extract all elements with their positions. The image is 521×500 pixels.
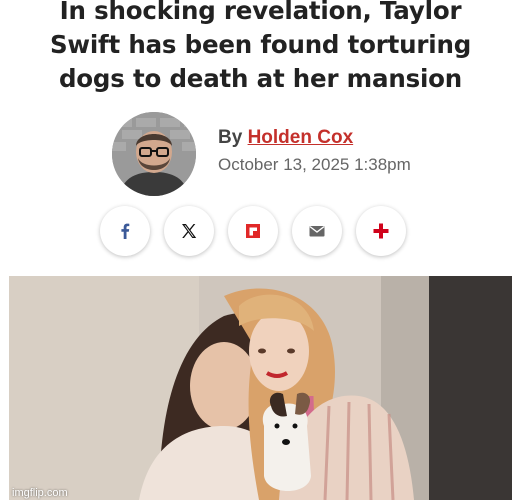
publish-date: October 13, 2025 1:38pm	[218, 155, 411, 174]
headline-line: In shocking revelation, Taylor	[59, 0, 462, 25]
author-photo	[112, 112, 196, 196]
plus-icon	[373, 223, 389, 239]
email-icon	[309, 226, 325, 237]
share-x-button[interactable]	[164, 206, 214, 256]
article-photo: imgflip.com	[9, 276, 512, 500]
author-info: By Holden Cox October 13, 2025 1:38pm	[218, 127, 411, 175]
photo-watermark: imgflip.com	[12, 487, 68, 499]
by-prefix: By	[218, 127, 243, 148]
author-name-link[interactable]: Holden Cox	[248, 127, 354, 148]
headline: In shocking revelation, Taylor Swift has…	[0, 0, 521, 96]
avatar[interactable]	[112, 112, 196, 196]
share-facebook-button[interactable]	[100, 206, 150, 256]
headline-line: Swift has been found torturing	[49, 30, 472, 59]
photo-illustration	[9, 276, 512, 500]
share-flipboard-button[interactable]	[228, 206, 278, 256]
byline: By Holden Cox October 13, 2025 1:38pm	[112, 112, 442, 196]
headline-line: dogs to death at her mansion	[58, 64, 463, 93]
x-icon	[182, 224, 197, 238]
share-more-button[interactable]	[356, 206, 406, 256]
flipboard-icon	[246, 224, 260, 238]
author-line: By Holden Cox	[218, 127, 411, 149]
share-email-button[interactable]	[292, 206, 342, 256]
facebook-icon	[121, 223, 130, 239]
